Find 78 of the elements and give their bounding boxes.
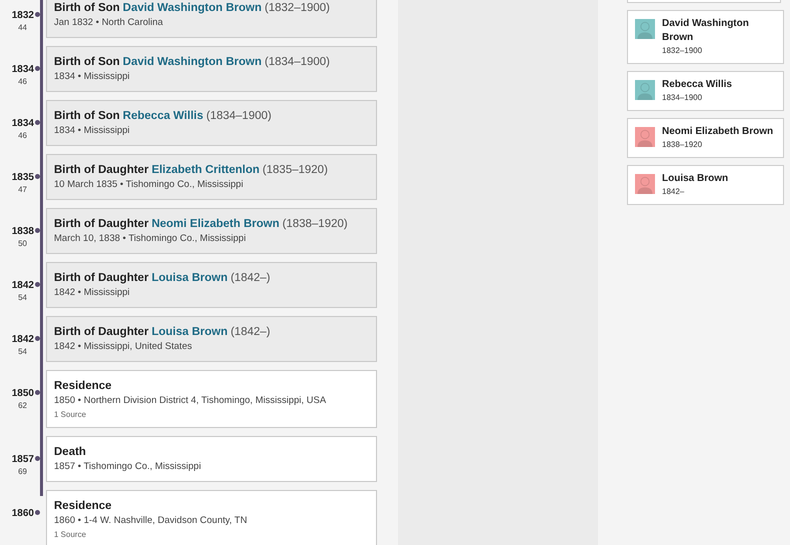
family-member-card[interactable]: David Washington Brown 1832–1900 [627,10,784,64]
event-detail: Jan 1832 • North Carolina [54,16,164,29]
event-title: Birth of Daughter [54,272,149,284]
person-link[interactable]: David Washington Brown [122,56,262,68]
event-card[interactable]: Birth of Son David Washington Brown (1832–1900) Jan 1832 • North Carolina [46,0,377,38]
event-age: 46 [18,76,27,87]
event-year: 1857 [12,453,34,466]
event-title: Residence [54,380,112,392]
timeline-dot [35,510,40,515]
event-card[interactable]: Birth of Daughter Elizabeth Crittenlon (1835–1920) 10 March 1835 • Tishomingo Co., Mississippi [46,154,377,200]
event-year: 1850 [12,387,34,400]
event-year: 1860 [12,507,34,520]
life-dates: (1842–) [230,326,270,338]
event-age: 54 [18,346,27,357]
person-link[interactable]: Neomi Elizabeth Brown [152,218,280,230]
person-name: Louisa Brown [662,172,728,186]
event-detail: 10 March 1835 • Tishomingo Co., Mississippi [54,178,244,191]
event-title: Birth of Son [54,110,120,122]
event-age: 54 [18,292,27,303]
person-link[interactable]: Louisa Brown [152,326,228,338]
event-detail: 1860 • 1-4 W. Nashville, Davidson County, TN [54,514,248,527]
family-member-card[interactable]: Louisa Brown 1842– [627,165,784,205]
event-year: 1832 [12,9,34,22]
event-age: 69 [18,466,27,477]
event-detail: March 10, 1838 • Tishomingo Co., Mississippi [54,232,247,245]
family-member-card[interactable]: Neomi Elizabeth Brown 1838–1920 [627,118,784,158]
event-year: 1842 [12,279,34,292]
life-dates: 1842– [662,186,686,198]
person-link[interactable]: Louisa Brown [152,272,228,284]
event-card[interactable]: Birth of Daughter Neomi Elizabeth Brown (1838–1920) March 10, 1838 • Tishomingo Co., Mississippi [46,208,377,254]
event-card[interactable]: Birth of Son Rebecca Willis (1834–1900) 1834 • Mississippi [46,100,377,146]
person-name: David Washington Brown [662,17,750,45]
event-detail: 1834 • Mississippi [54,70,131,83]
event-title: Birth of Son [54,2,120,14]
event-card[interactable]: Birth of Son David Washington Brown (1834–1900) 1834 • Mississippi [46,46,377,92]
event-age: 44 [18,22,27,33]
event-card[interactable]: Birth of Daughter Louisa Brown (1842–) 1842 • Mississippi [46,262,377,308]
life-dates: 1838–1920 [662,139,704,151]
life-dates: (1834–1900) [264,56,330,68]
event-detail: 1834 • Mississippi [54,124,131,137]
person-name: Neomi Elizabeth Brown [662,125,774,139]
event-title: Birth of Son [54,56,120,68]
person-link[interactable]: Elizabeth Crittenlon [152,164,260,176]
life-dates: 1834–1900 [662,92,704,104]
event-title: Birth of Daughter [54,218,149,230]
event-age: 50 [18,238,27,249]
source-count: 1 Source [54,410,88,419]
source-count: 1 Source [54,530,88,539]
event-title: Residence [54,500,112,512]
event-detail: 1842 • Mississippi, United States [54,340,193,353]
event-detail: 1850 • Northern Division District 4, Tishomingo, Mississippi, USA [54,394,328,407]
life-dates: (1835–1920) [262,164,328,176]
event-age: 47 [18,184,27,195]
event-year: 1834 [12,117,34,130]
family-member-card[interactable]: Rebecca Willis 1834–1900 [627,71,784,111]
life-dates: (1842–) [230,272,270,284]
event-detail: 1857 • Tishomingo Co., Mississippi [54,460,202,473]
event-title: Death [54,446,86,458]
person-link[interactable]: Rebecca Willis [122,110,204,122]
event-card[interactable]: Residence 1850 • Northern Division District 4, Tishomingo, Mississippi, USA 1 Source [46,370,377,428]
life-dates: (1838–1920) [282,218,348,230]
event-year: 1835 [12,171,34,184]
event-age: 62 [18,400,27,411]
life-dates: (1834–1900) [206,110,272,122]
event-title: Birth of Daughter [54,326,149,338]
event-year: 1834 [12,63,34,76]
event-card[interactable]: Residence 1860 • 1-4 W. Nashville, Davidson County, TN 1 Source [46,490,377,545]
event-card[interactable]: Birth of Daughter Louisa Brown (1842–) 1842 • Mississippi, United States [46,316,377,362]
event-detail: 1842 • Mississippi [54,286,131,299]
life-dates: 1832–1900 [662,45,704,57]
event-year: 1838 [12,225,34,238]
event-title: Birth of Daughter [54,164,149,176]
event-card[interactable]: Death 1857 • Tishomingo Co., Mississippi [46,436,377,482]
person-name: Rebecca Willis [662,78,732,92]
life-dates: (1832–1900) [264,2,330,14]
event-age: 46 [18,130,27,141]
event-year: 1842 [12,333,34,346]
person-link[interactable]: David Washington Brown [122,2,262,14]
